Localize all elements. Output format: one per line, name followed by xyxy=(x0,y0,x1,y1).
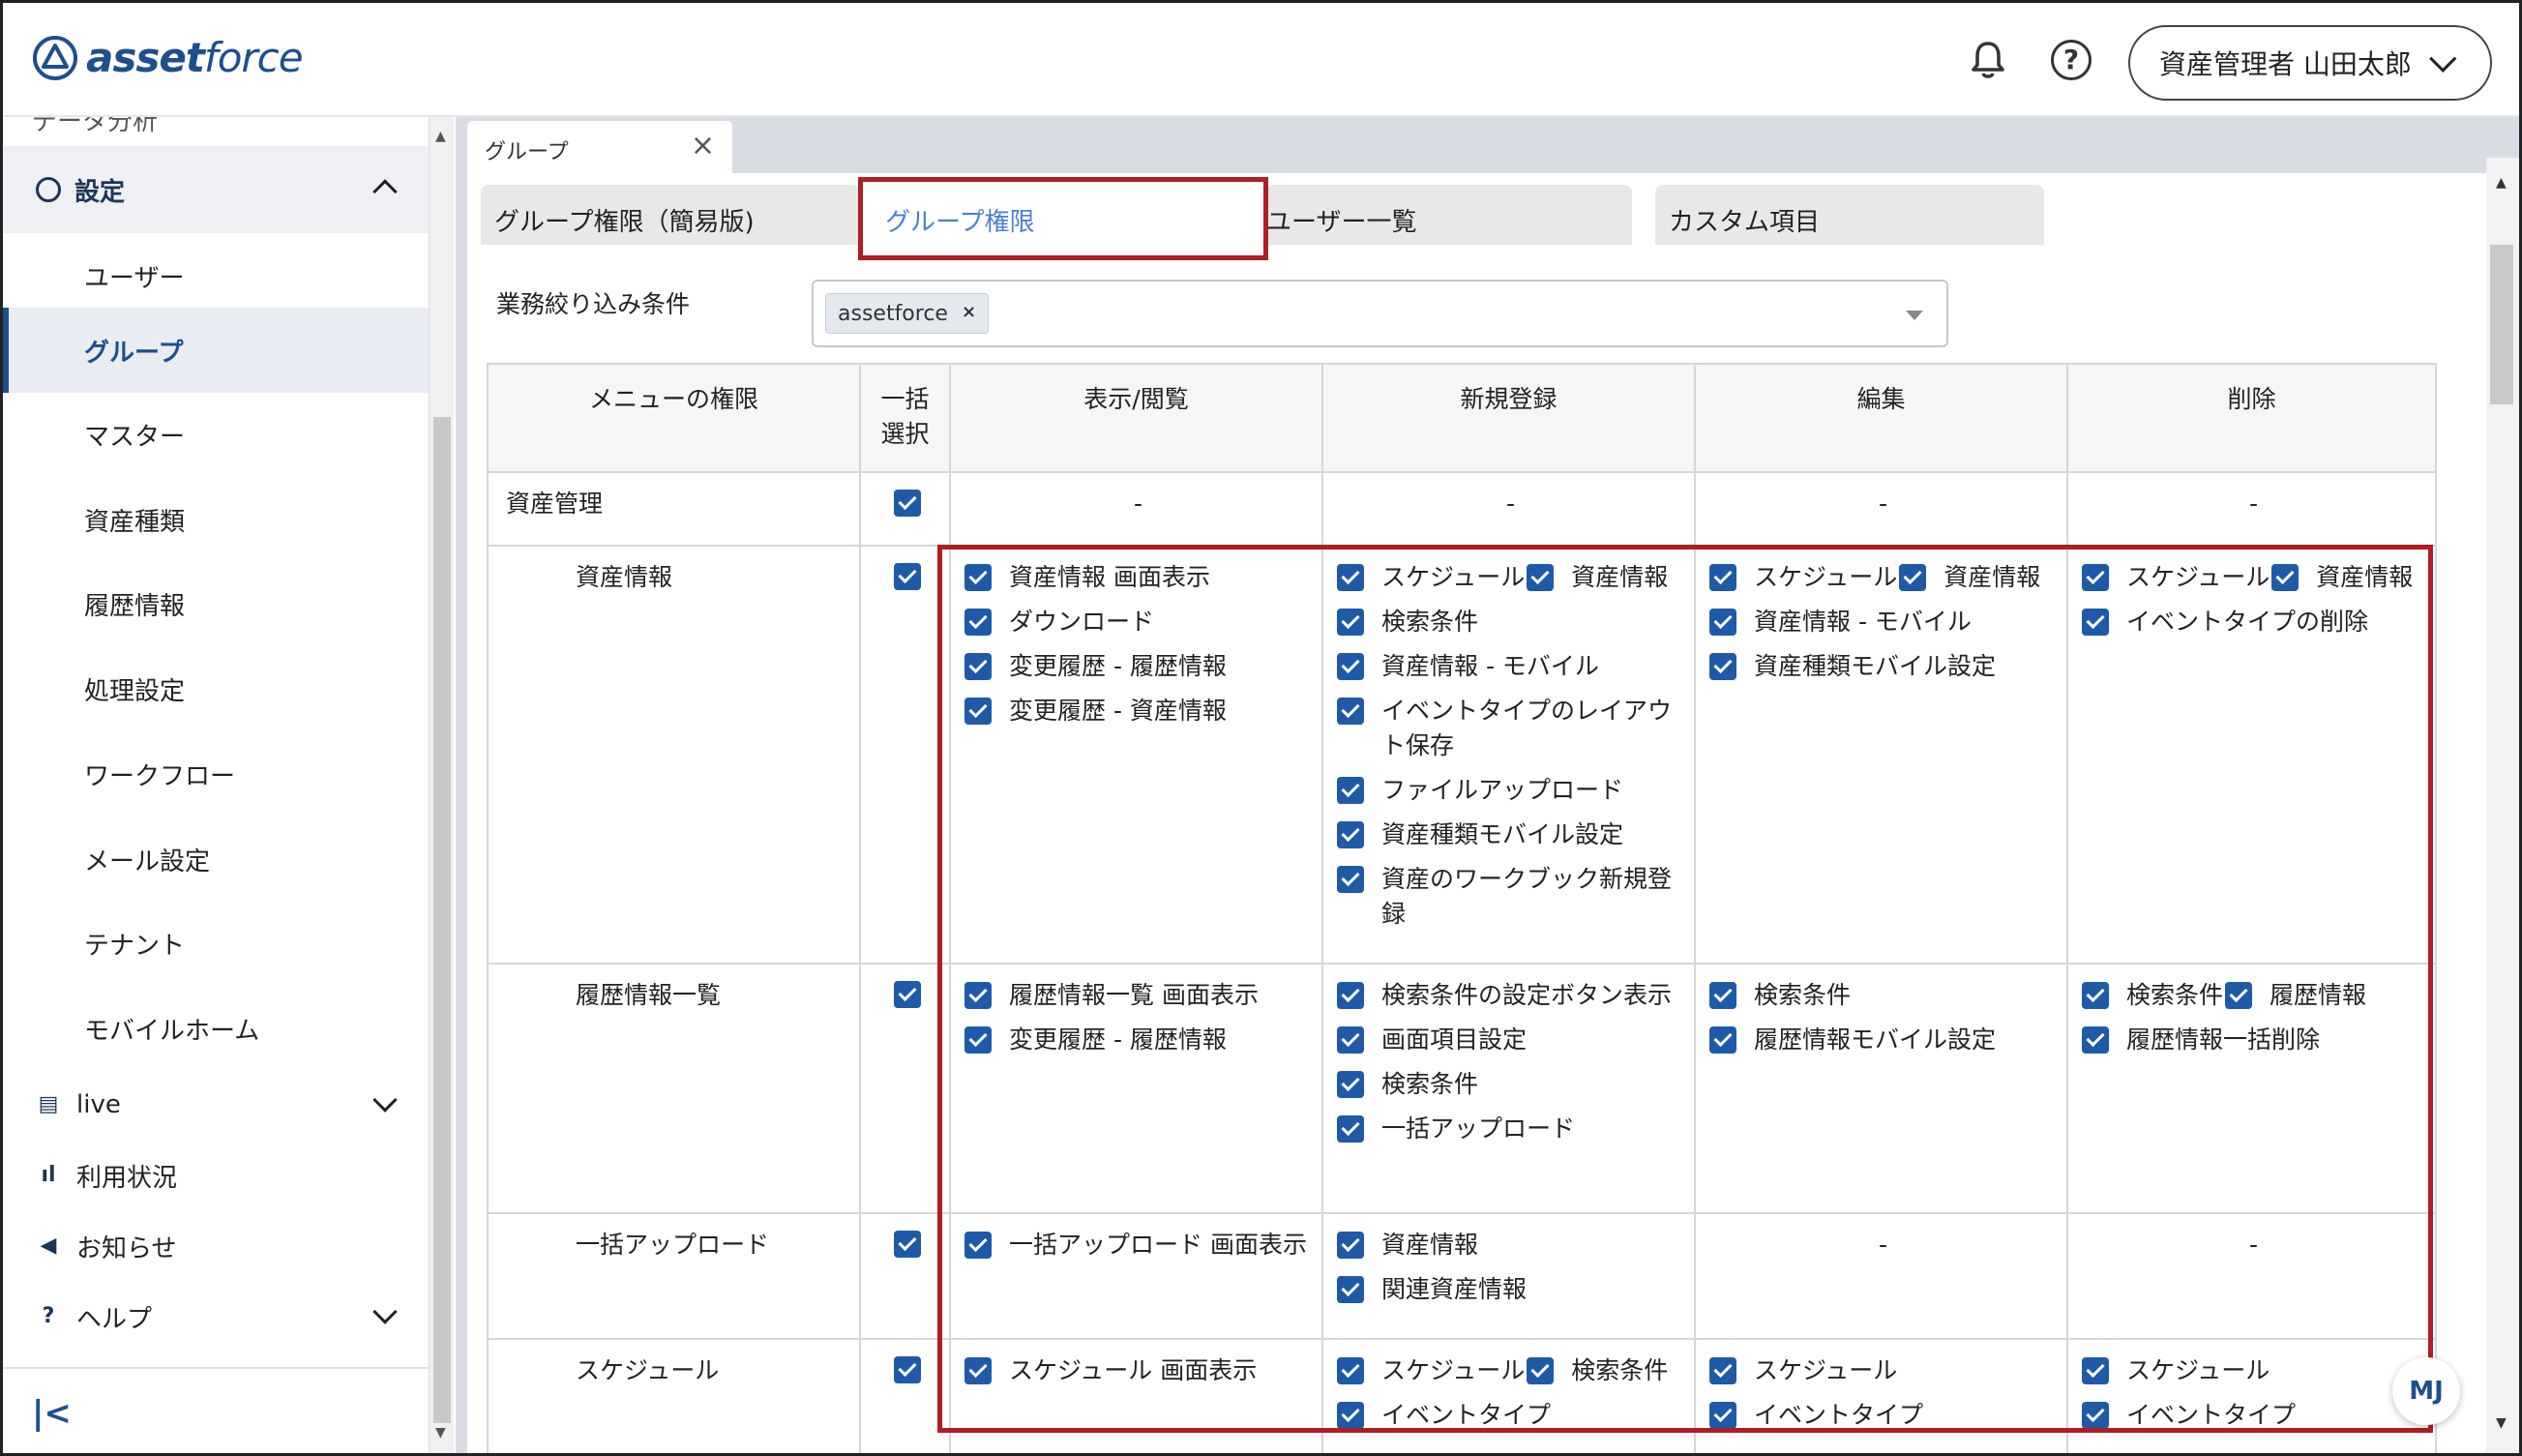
sidebar-subitem-process-settings[interactable]: 処理設定 xyxy=(3,646,429,731)
user-menu-button[interactable]: 資産管理者 山田太郎 xyxy=(2128,25,2492,101)
filter-label: 業務絞り込み条件 xyxy=(496,290,691,318)
edit-cell: - xyxy=(1694,471,2068,547)
scrollbar-thumb[interactable] xyxy=(433,417,451,1423)
delete-cell: - xyxy=(2066,471,2437,547)
sidebar-item-label: お知らせ xyxy=(76,1233,177,1263)
business-filter-select[interactable]: assetforce × xyxy=(812,280,1948,347)
sidebar-subitem-history[interactable]: 履歴情報 xyxy=(3,561,429,646)
sidebar-item-notices[interactable]: ◀ お知らせ xyxy=(3,1211,429,1281)
bulk-select-checkbox[interactable] xyxy=(893,563,921,590)
sidebar-item-settings[interactable]: 設定 xyxy=(3,146,429,233)
chevron-up-icon xyxy=(372,179,398,204)
chevron-down-icon xyxy=(372,1087,398,1113)
scroll-up-arrow-icon[interactable]: ▲ xyxy=(435,129,446,144)
column-header: メニューの権限 xyxy=(487,363,861,473)
sidebar-subitem-workflow[interactable]: ワークフロー xyxy=(3,731,429,817)
chevron-down-icon xyxy=(372,1299,398,1324)
help-circle-icon: ? xyxy=(42,1304,55,1328)
sidebar-subitem-master[interactable]: マスター xyxy=(3,392,429,477)
sidebar-subitem-user[interactable]: ユーザー xyxy=(3,233,429,318)
sidebar: データ分析 設定 ユーザー グループ マスター 資産種類 履歴情報 処理設定 ワ… xyxy=(3,117,429,1453)
dropdown-caret-icon[interactable] xyxy=(1906,311,1923,320)
user-name: 資産管理者 山田太郎 xyxy=(2159,48,2412,80)
tab-group[interactable]: グループ × xyxy=(467,121,732,173)
bulk-select-checkbox[interactable] xyxy=(893,1356,921,1383)
menu-name: スケジュール xyxy=(487,1338,861,1453)
scroll-up-arrow-icon[interactable]: ▲ xyxy=(2496,175,2507,191)
megaphone-icon: ◀ xyxy=(40,1233,57,1258)
close-icon[interactable]: × xyxy=(691,129,715,163)
collapse-sidebar-icon[interactable]: |< xyxy=(32,1394,72,1433)
scroll-down-arrow-icon[interactable]: ▼ xyxy=(2496,1415,2507,1431)
bulk-select-checkbox[interactable] xyxy=(893,981,921,1008)
chat-support-button[interactable]: MJ xyxy=(2392,1357,2460,1425)
sidebar-item-usage[interactable]: ıl 利用状況 xyxy=(3,1141,429,1210)
sidebar-scrollbar[interactable]: ▲ ▼ xyxy=(429,117,454,1453)
help-icon[interactable]: ? xyxy=(2051,40,2092,80)
subtab-user-list[interactable]: ユーザー一覧 xyxy=(1266,185,1632,245)
menu-name: 履歴情報一覧 xyxy=(487,963,861,1214)
menu-name: 一括アップロード xyxy=(487,1212,861,1340)
scroll-down-arrow-icon[interactable]: ▼ xyxy=(435,1425,446,1441)
sidebar-item-help[interactable]: ? ヘルプ xyxy=(3,1282,429,1352)
column-header: 新規登録 xyxy=(1321,363,1696,473)
table-row: 資産管理 - - - - xyxy=(487,471,2437,547)
chevron-down-icon xyxy=(2429,45,2457,73)
bar-chart-icon: ıl xyxy=(41,1163,56,1187)
sidebar-subitem-group[interactable]: グループ xyxy=(3,308,429,393)
column-header: 一括選択 xyxy=(859,363,951,473)
column-header: 削除 xyxy=(2066,363,2437,473)
sidebar-item-label: 利用状況 xyxy=(76,1163,178,1193)
view-cell: - xyxy=(949,471,1323,547)
sidebar-subitem-mail-settings[interactable]: メール設定 xyxy=(3,817,429,902)
sidebar-subitem-asset-type[interactable]: 資産種類 xyxy=(3,477,429,562)
gear-icon xyxy=(36,177,61,202)
logo-text: assetforce xyxy=(86,34,304,81)
subtab-custom-fields[interactable]: カスタム項目 xyxy=(1655,185,2044,245)
column-header: 表示/閲覧 xyxy=(949,363,1323,473)
sidebar-item-data-analysis[interactable]: データ分析 xyxy=(32,117,158,137)
logo[interactable]: assetforce xyxy=(32,34,304,81)
highlight-box xyxy=(937,545,2433,1433)
sidebar-item-label: ヘルプ xyxy=(76,1304,153,1334)
chat-icon: ▤ xyxy=(38,1092,59,1116)
chip-remove-icon[interactable]: × xyxy=(962,302,976,333)
chip-label: assetforce xyxy=(838,302,948,326)
sidebar-item-label: live xyxy=(76,1090,121,1119)
sidebar-divider xyxy=(3,1367,429,1369)
sidebar-item-label: 設定 xyxy=(74,177,126,207)
tab-label: グループ xyxy=(485,140,569,164)
highlight-box xyxy=(858,177,1268,260)
create-cell: - xyxy=(1321,471,1696,547)
sidebar-subitem-mobile-home[interactable]: モバイルホーム xyxy=(3,986,429,1071)
logo-icon xyxy=(33,35,77,80)
column-header: 編集 xyxy=(1694,363,2068,473)
bell-icon[interactable] xyxy=(1967,38,2009,80)
menu-name: 資産情報 xyxy=(487,545,861,965)
sidebar-item-live[interactable]: ▤ live xyxy=(3,1070,429,1140)
filter-chip[interactable]: assetforce × xyxy=(825,293,990,334)
app-window: assetforce ? 資産管理者 山田太郎 データ分析 設定 ユーザー グル… xyxy=(0,0,2522,1456)
bulk-select-checkbox[interactable] xyxy=(893,1231,921,1258)
scrollbar-thumb[interactable] xyxy=(2490,245,2513,404)
sidebar-subitem-tenant[interactable]: テナント xyxy=(3,901,429,986)
top-header: assetforce ? 資産管理者 山田太郎 xyxy=(3,3,2519,117)
bulk-select-checkbox[interactable] xyxy=(893,490,921,517)
subtab-group-permission-simple[interactable]: グループ権限（簡易版) xyxy=(481,185,860,245)
main-scrollbar[interactable]: ▲ ▼ xyxy=(2486,158,2519,1453)
menu-name: 資産管理 xyxy=(487,471,861,547)
